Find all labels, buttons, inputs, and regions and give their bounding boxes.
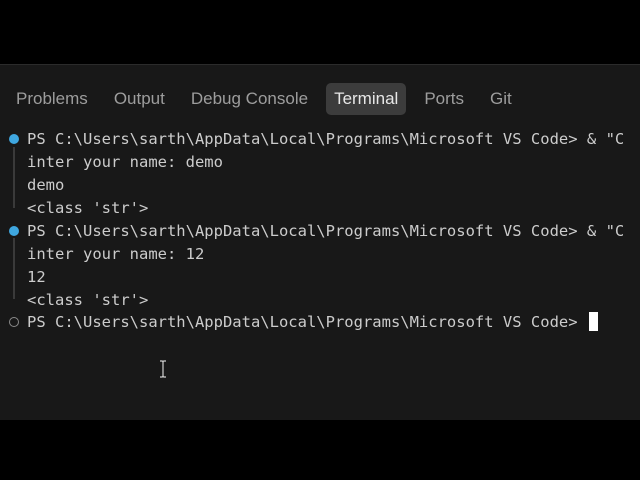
panel-tab-bar: Problems Output Debug Console Terminal P… [0, 82, 640, 116]
command-group-bar [13, 147, 15, 208]
terminal-output[interactable]: PS C:\Users\sarth\AppData\Local\Programs… [0, 128, 640, 418]
text-cursor [588, 312, 598, 331]
terminal-current-prompt[interactable]: PS C:\Users\sarth\AppData\Local\Programs… [27, 311, 598, 333]
tab-terminal[interactable]: Terminal [326, 83, 407, 115]
tab-git[interactable]: Git [482, 83, 520, 115]
terminal-output-line: demo [27, 176, 65, 194]
terminal-prompt-line: PS C:\Users\sarth\AppData\Local\Programs… [27, 130, 625, 148]
command-idle-marker-icon [9, 317, 19, 327]
tab-problems[interactable]: Problems [8, 83, 96, 115]
terminal-output-line: inter your name: 12 [27, 245, 205, 263]
command-success-marker-icon[interactable] [9, 134, 19, 144]
terminal-output-line: <class 'str'> [27, 199, 149, 217]
ibeam-cursor-icon [160, 360, 166, 378]
command-success-marker-icon[interactable] [9, 226, 19, 236]
tab-ports[interactable]: Ports [416, 83, 472, 115]
terminal-prompt-line: PS C:\Users\sarth\AppData\Local\Programs… [27, 222, 625, 240]
terminal-output-line: <class 'str'> [27, 291, 149, 309]
terminal-output-line: inter your name: demo [27, 153, 223, 171]
screen-frame: Problems Output Debug Console Terminal P… [0, 0, 640, 480]
tab-debug-console[interactable]: Debug Console [183, 83, 316, 115]
command-group-bar [13, 238, 15, 299]
tab-output[interactable]: Output [106, 83, 173, 115]
terminal-panel: Problems Output Debug Console Terminal P… [0, 64, 640, 420]
terminal-output-line: 12 [27, 268, 46, 286]
terminal-prompt-text: PS C:\Users\sarth\AppData\Local\Programs… [27, 313, 587, 331]
